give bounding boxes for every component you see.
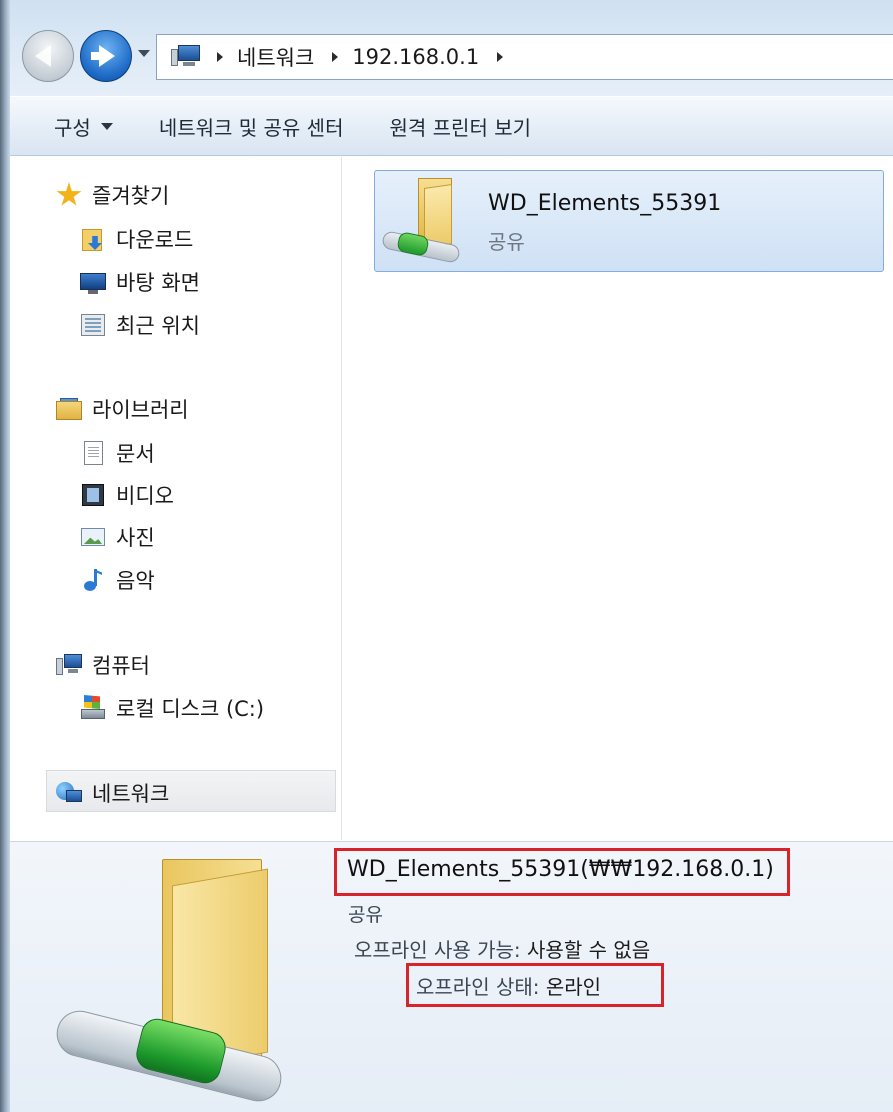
back-arrow-icon — [35, 45, 51, 67]
nav-item-pictures[interactable]: 사진 — [80, 522, 155, 552]
nav-item-local-disk[interactable]: 로컬 디스크 (C:) — [80, 693, 264, 723]
music-note-icon — [80, 567, 106, 593]
chevron-down-icon — [100, 122, 113, 130]
network-sharing-center-label: 네트워크 및 공유 센터 — [158, 115, 344, 140]
nav-item-documents[interactable]: 문서 — [80, 438, 155, 468]
nav-item-label: 비디오 — [116, 484, 174, 508]
organize-label: 구성 — [54, 115, 91, 140]
view-remote-printers-button[interactable]: 원격 프린터 보기 — [344, 112, 532, 141]
forward-arrow-icon — [99, 45, 115, 67]
shared-folder-large-icon — [50, 855, 290, 1107]
offline-status: 오프라인 상태: 온라인 — [416, 971, 601, 1000]
network-sharing-center-button[interactable]: 네트워크 및 공유 센터 — [113, 112, 344, 141]
picture-icon — [80, 524, 106, 550]
details-title: WD_Elements_55391(₩₩192.168.0.1) — [347, 857, 774, 882]
offline-availability-label: 오프라인 사용 가능: — [354, 938, 521, 962]
network-computer-icon — [171, 44, 201, 70]
back-button[interactable] — [22, 30, 74, 82]
library-folder-icon — [56, 396, 82, 422]
breadcrumb-host[interactable]: 192.168.0.1 — [352, 45, 479, 69]
downloads-folder-icon — [80, 226, 106, 252]
nav-item-label: 사진 — [116, 526, 155, 550]
video-icon — [80, 482, 106, 508]
breadcrumb-chevron-icon[interactable] — [217, 52, 223, 62]
shared-folder-icon — [380, 176, 480, 268]
command-bar: 구성 네트워크 및 공유 센터 원격 프린터 보기 — [10, 96, 893, 156]
nav-item-label: 바탕 화면 — [116, 271, 200, 295]
nav-item-label: 문서 — [116, 442, 155, 466]
breadcrumb-chevron-icon[interactable] — [332, 52, 339, 62]
address-bar[interactable]: 네트워크 192.168.0.1 — [156, 34, 893, 80]
recent-pages-dropdown-icon[interactable] — [138, 50, 150, 57]
document-icon — [80, 440, 106, 466]
view-remote-printers-label: 원격 프린터 보기 — [389, 115, 532, 140]
nav-favorites-label: 즐겨찾기 — [92, 184, 170, 208]
details-type: 공유 — [348, 904, 383, 926]
nav-computer-label: 컴퓨터 — [92, 654, 150, 678]
nav-item-videos[interactable]: 비디오 — [80, 480, 174, 510]
nav-network-label: 네트워크 — [92, 782, 170, 806]
nav-item-downloads[interactable]: 다운로드 — [80, 224, 193, 254]
window-edge — [0, 0, 10, 1112]
breadcrumb-chevron-icon[interactable] — [497, 52, 504, 62]
breadcrumb-network[interactable]: 네트워크 — [237, 42, 314, 72]
shared-folder-name: WD_Elements_55391 — [488, 191, 722, 216]
nav-item-recent-places[interactable]: 최근 위치 — [80, 310, 200, 340]
shared-folder-type: 공유 — [488, 230, 525, 254]
desktop-icon — [80, 269, 106, 295]
offline-status-value: 온라인 — [545, 975, 602, 999]
nav-item-label: 최근 위치 — [116, 314, 200, 338]
computer-icon — [56, 652, 82, 678]
forward-button[interactable] — [80, 30, 132, 82]
nav-network[interactable]: 네트워크 — [56, 778, 169, 808]
nav-favorites[interactable]: 즐겨찾기 — [56, 180, 169, 210]
star-icon — [56, 182, 82, 206]
organize-button[interactable]: 구성 — [10, 112, 113, 141]
nav-libraries[interactable]: 라이브러리 — [56, 394, 189, 424]
local-disk-icon — [80, 695, 106, 721]
nav-item-label: 음악 — [116, 569, 155, 593]
offline-availability-value: 사용할 수 없음 — [527, 938, 651, 962]
network-icon — [56, 780, 82, 806]
nav-libraries-label: 라이브러리 — [92, 398, 189, 422]
recent-places-icon — [80, 312, 106, 338]
navigation-pane[interactable] — [10, 157, 342, 840]
nav-computer[interactable]: 컴퓨터 — [56, 650, 150, 680]
nav-item-label: 다운로드 — [116, 228, 194, 252]
offline-availability: 오프라인 사용 가능: 사용할 수 없음 — [354, 934, 650, 963]
nav-item-desktop[interactable]: 바탕 화면 — [80, 267, 200, 297]
nav-item-music[interactable]: 음악 — [80, 565, 155, 595]
offline-status-label: 오프라인 상태: — [416, 975, 540, 999]
nav-item-label: 로컬 디스크 (C:) — [116, 697, 265, 721]
